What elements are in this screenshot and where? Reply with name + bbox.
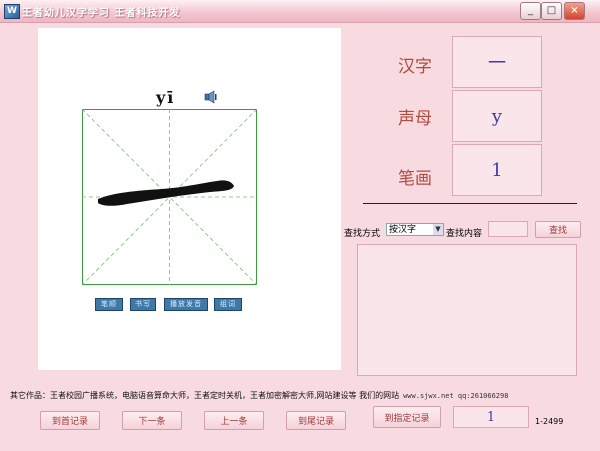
search-results-box[interactable] (357, 244, 577, 376)
app-icon: W (4, 4, 20, 19)
search-input[interactable] (488, 221, 528, 237)
search-mode-value: 按汉字 (389, 225, 417, 235)
record-number-input[interactable]: 1 (453, 406, 529, 428)
website-link[interactable]: www.sjwx.net qq:261066298 (403, 392, 508, 400)
last-record-button[interactable]: 到尾记录 (286, 411, 346, 430)
word-group-button[interactable]: 组词 (214, 298, 242, 311)
search-content-label: 查找内容 (446, 229, 483, 239)
goto-record-button[interactable]: 到指定记录 (373, 406, 441, 428)
find-button[interactable]: 查找 (535, 221, 581, 238)
footer-text: 其它作品：王者校园广播系统，电脑语音算命大师，王者定时关机，王者加密解密大师,网… (10, 391, 400, 400)
prev-record-button[interactable]: 上一条 (204, 411, 264, 430)
title-bar: W 王者幼儿汉字学习 王者科技开发 _ □ × (0, 0, 600, 23)
shengmu-value: y (452, 90, 542, 142)
bihua-value: 1 (452, 144, 542, 196)
first-record-button[interactable]: 到首记录 (40, 411, 100, 430)
bihua-label: 笔画 (398, 169, 432, 189)
maximize-button[interactable]: □ (541, 2, 562, 20)
close-button[interactable]: × (564, 2, 585, 20)
shengmu-label: 声母 (398, 109, 432, 129)
character-canvas: yī 笔顺 书写 播放发音 组词 (38, 28, 341, 370)
pinyin-label: yī (156, 88, 176, 107)
footer-credits: 其它作品：王者校园广播系统，电脑语音算命大师，王者定时关机，王者加密解密大师,网… (10, 390, 508, 401)
window-title: 王者幼儿汉字学习 王者科技开发 (22, 8, 181, 19)
chevron-down-icon[interactable]: ▼ (433, 224, 443, 235)
write-button[interactable]: 书写 (130, 298, 156, 311)
stroke-order-button[interactable]: 笔顺 (95, 298, 123, 311)
record-range-label: 1-2499 (535, 417, 564, 426)
hanzi-value: 一 (452, 36, 542, 88)
search-mode-label: 查找方式 (344, 229, 381, 239)
minimize-button[interactable]: _ (520, 2, 541, 20)
hanzi-label: 汉字 (398, 57, 432, 77)
play-pronunciation-button[interactable]: 播放发音 (164, 298, 208, 311)
search-mode-select[interactable]: 按汉字 ▼ (386, 223, 444, 236)
tianzige-grid (82, 109, 257, 285)
separator-line (363, 203, 577, 204)
speaker-icon[interactable] (204, 90, 218, 104)
next-record-button[interactable]: 下一条 (122, 411, 182, 430)
